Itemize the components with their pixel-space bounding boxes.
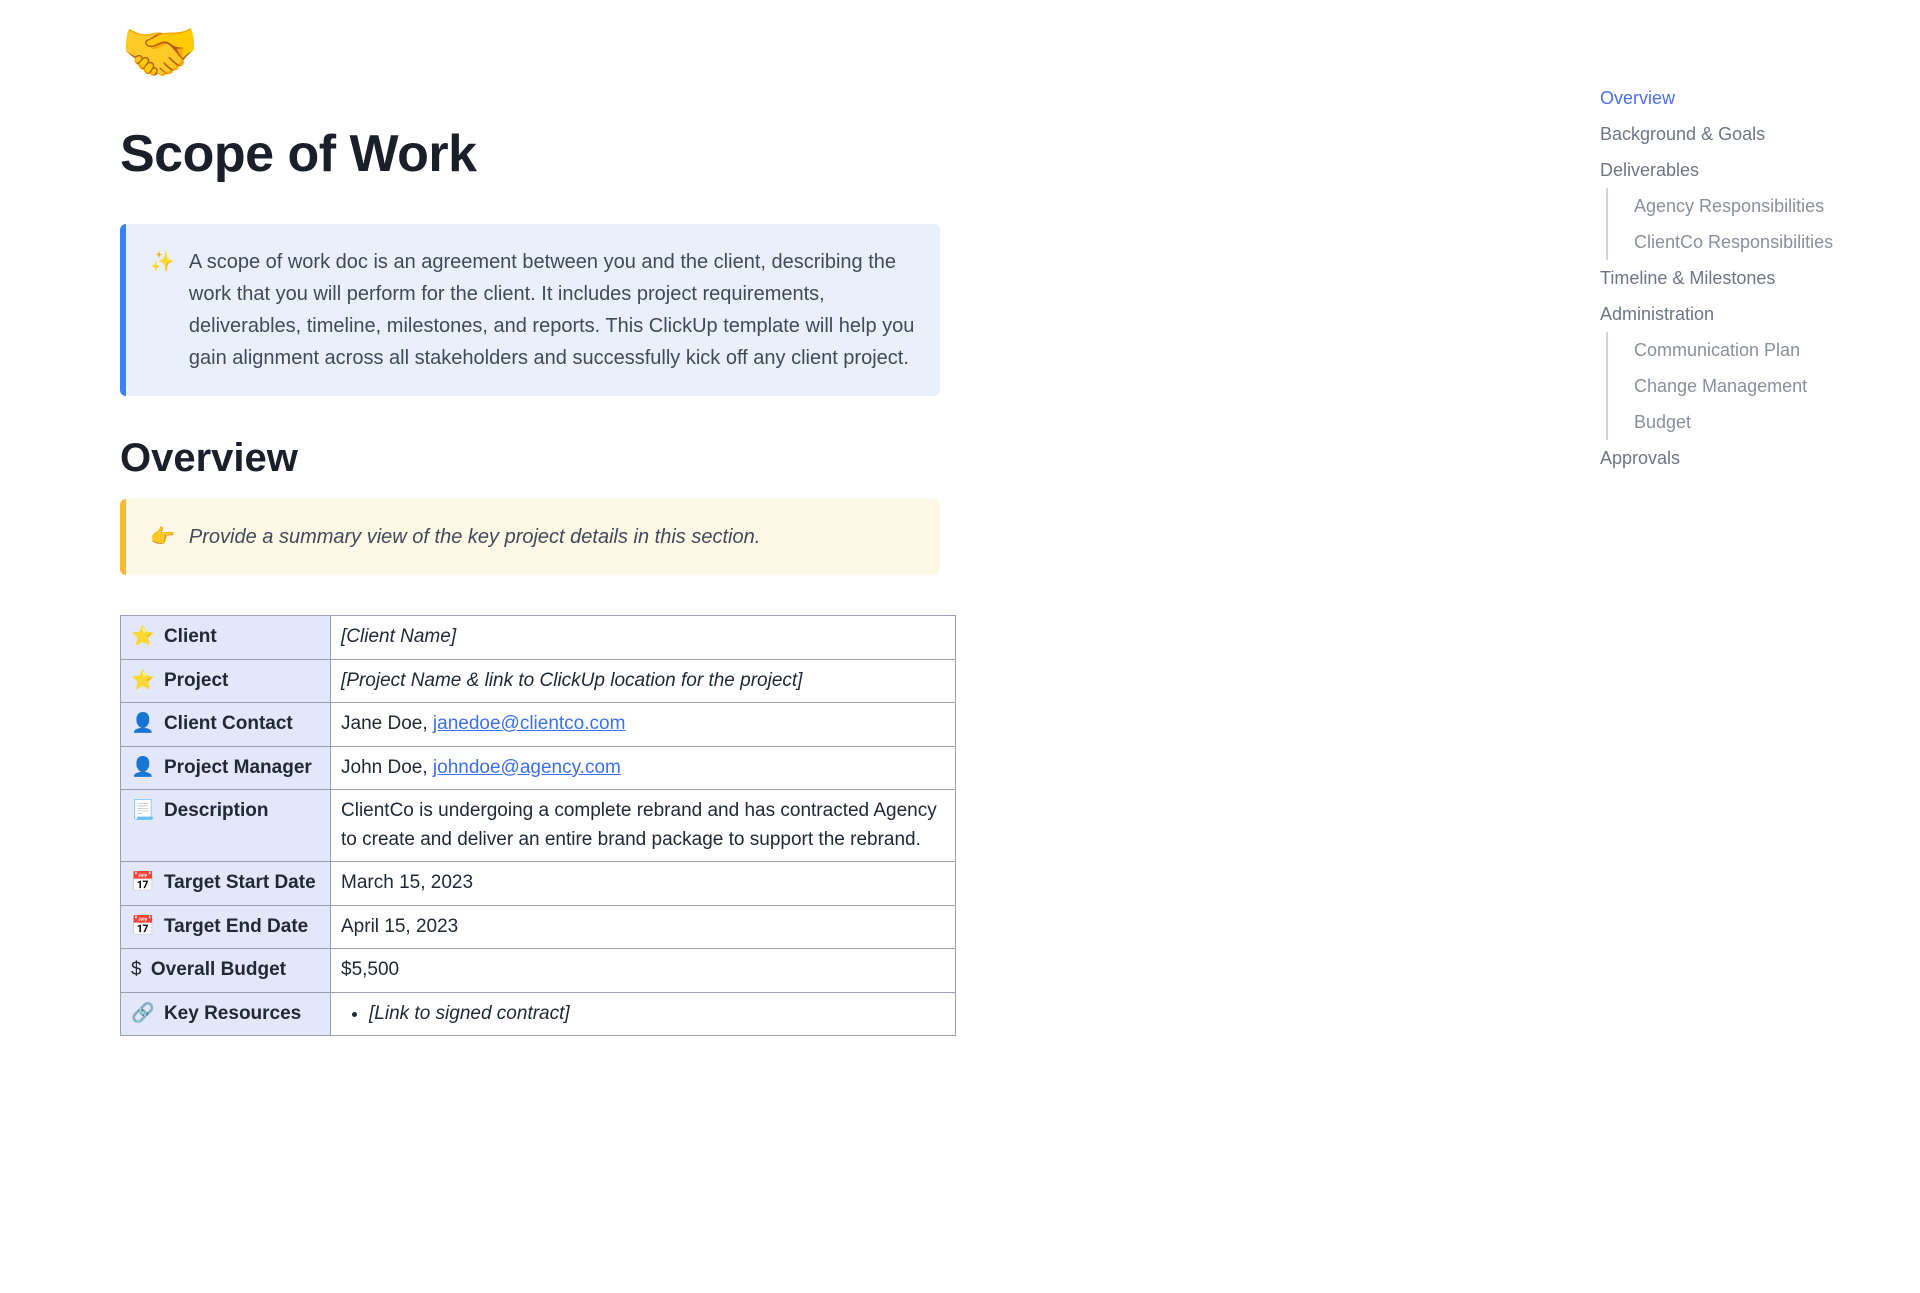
star-icon: ⭐	[131, 670, 155, 691]
table-row[interactable]: 🔗 Key Resources [Link to signed contract…	[121, 992, 956, 1036]
table-row[interactable]: 👤 Client Contact Jane Doe, janedoe@clien…	[121, 703, 956, 747]
table-row[interactable]: $ Overall Budget $5,500	[121, 949, 956, 993]
pointing-right-icon: 👉	[150, 521, 175, 553]
row-label: Target Start Date	[164, 872, 316, 893]
table-row[interactable]: 📅 Target End Date April 15, 2023	[121, 905, 956, 949]
toc-item-deliverables[interactable]: Deliverables	[1600, 152, 1860, 188]
pm-email-link[interactable]: johndoe@agency.com	[433, 757, 621, 778]
row-value[interactable]: [Client Name]	[341, 626, 456, 647]
toc-item-comm-plan[interactable]: Communication Plan	[1606, 332, 1860, 368]
overview-hint-callout[interactable]: 👉 Provide a summary view of the key proj…	[120, 499, 940, 575]
table-row[interactable]: ⭐ Project [Project Name & link to ClickU…	[121, 659, 956, 703]
row-label: Target End Date	[164, 916, 308, 937]
overview-hint-text: Provide a summary view of the key projec…	[189, 521, 760, 553]
toc-item-background[interactable]: Background & Goals	[1600, 116, 1860, 152]
toc-item-administration[interactable]: Administration	[1600, 296, 1860, 332]
contact-email-link[interactable]: janedoe@clientco.com	[433, 713, 626, 734]
star-icon: ⭐	[131, 626, 155, 647]
toc-item-budget[interactable]: Budget	[1606, 404, 1860, 440]
page-title[interactable]: Scope of Work	[120, 124, 940, 184]
overview-heading[interactable]: Overview	[120, 436, 940, 481]
table-row[interactable]: 📅 Target Start Date March 15, 2023	[121, 862, 956, 906]
contact-name[interactable]: Jane Doe,	[341, 713, 433, 734]
person-icon: 👤	[131, 713, 155, 734]
row-label: Project Manager	[164, 757, 312, 778]
row-label: Client Contact	[164, 713, 293, 734]
person-icon: 👤	[131, 757, 155, 778]
row-value[interactable]: $5,500	[341, 959, 399, 980]
intro-callout[interactable]: ✨ A scope of work doc is an agreement be…	[120, 224, 940, 396]
pm-name[interactable]: John Doe,	[341, 757, 433, 778]
toc-item-timeline[interactable]: Timeline & Milestones	[1600, 260, 1860, 296]
toc-item-change-mgmt[interactable]: Change Management	[1606, 368, 1860, 404]
page-icon: 📃	[131, 800, 155, 821]
overview-table[interactable]: ⭐ Client [Client Name] ⭐ Project [Projec…	[120, 615, 956, 1036]
row-label: Client	[164, 626, 217, 647]
page-icon[interactable]: 🤝	[120, 20, 940, 84]
table-row[interactable]: 📃 Description ClientCo is undergoing a c…	[121, 790, 956, 862]
table-row[interactable]: ⭐ Client [Client Name]	[121, 616, 956, 660]
dollar-icon: $	[131, 959, 142, 980]
toc-item-overview[interactable]: Overview	[1600, 80, 1860, 116]
sparkle-icon: ✨	[150, 246, 175, 374]
toc-item-agency-resp[interactable]: Agency Responsibilities	[1606, 188, 1860, 224]
table-of-contents: Overview Background & Goals Deliverables…	[1600, 80, 1860, 476]
link-icon: 🔗	[131, 1003, 155, 1024]
calendar-icon: 📅	[131, 872, 155, 893]
table-row[interactable]: 👤 Project Manager John Doe, johndoe@agen…	[121, 746, 956, 790]
resource-item[interactable]: [Link to signed contract]	[369, 1000, 945, 1029]
row-label: Key Resources	[164, 1003, 301, 1024]
row-value[interactable]: April 15, 2023	[341, 916, 458, 937]
row-value[interactable]: March 15, 2023	[341, 872, 473, 893]
document-body: 🤝 Scope of Work ✨ A scope of work doc is…	[120, 20, 980, 1036]
row-label: Project	[164, 670, 228, 691]
row-label: Overall Budget	[151, 959, 286, 980]
toc-item-approvals[interactable]: Approvals	[1600, 440, 1860, 476]
row-value[interactable]: [Project Name & link to ClickUp location…	[341, 670, 802, 691]
toc-item-clientco-resp[interactable]: ClientCo Responsibilities	[1606, 224, 1860, 260]
row-value[interactable]: ClientCo is undergoing a complete rebran…	[341, 800, 937, 850]
intro-callout-text: A scope of work doc is an agreement betw…	[189, 246, 916, 374]
calendar-icon: 📅	[131, 916, 155, 937]
row-label: Description	[164, 800, 269, 821]
